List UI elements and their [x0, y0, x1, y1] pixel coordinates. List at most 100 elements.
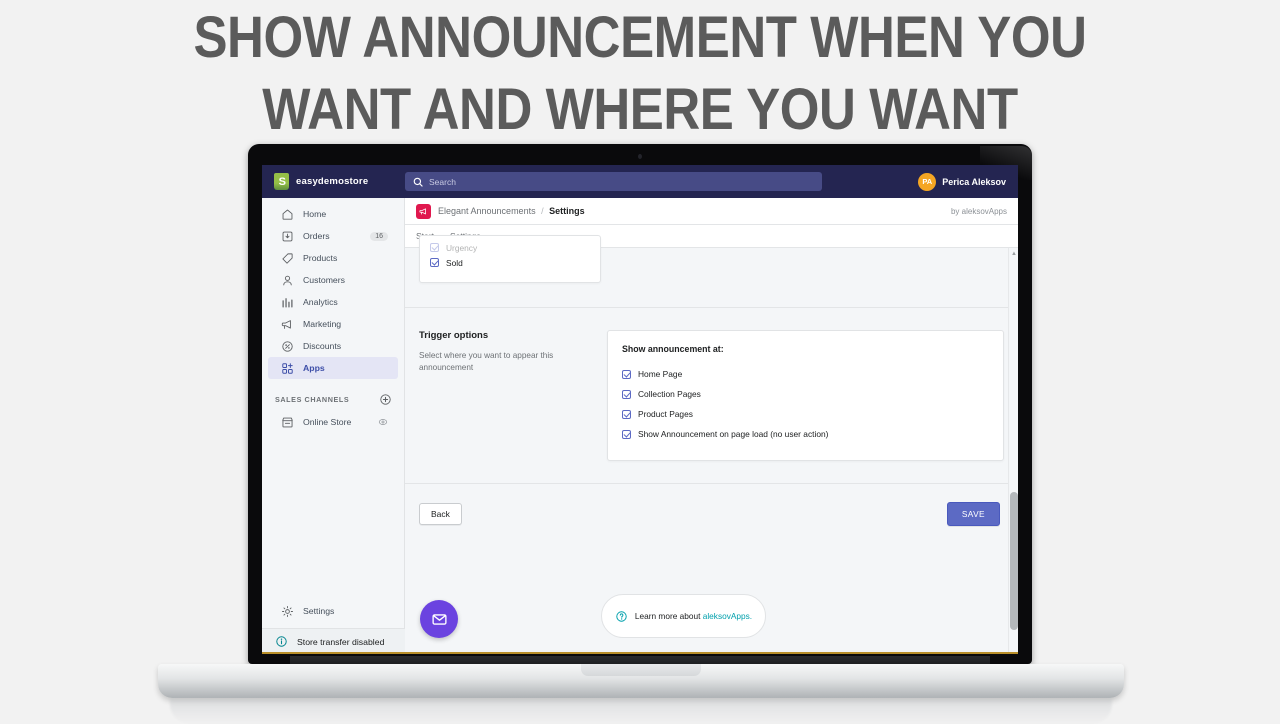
checkbox-label: Home Page	[638, 369, 683, 379]
store-transfer-label: Store transfer disabled	[297, 636, 385, 647]
sidebar-item-analytics[interactable]: Analytics	[268, 291, 398, 313]
learn-more-prefix: Learn more about	[634, 611, 703, 621]
sidebar-item-label: Apps	[303, 363, 325, 373]
checkbox-product-pages[interactable]	[622, 409, 631, 419]
brand-name: easydemostore	[296, 176, 369, 187]
sidebar-nav: Home Orders 16 Products Customers Analyt…	[262, 198, 404, 433]
products-tag-icon	[282, 252, 293, 264]
checkbox-label: Sold	[446, 257, 463, 268]
search-bar[interactable]	[405, 172, 822, 191]
apps-grid-icon	[282, 362, 293, 374]
sidebar-item-customers[interactable]: Customers	[268, 269, 398, 291]
laptop-lid: easydemostore PA Perica Aleksov	[248, 144, 1032, 664]
app-header: Elegant Announcements / Settings by alek…	[405, 198, 1018, 225]
orders-badge: 16	[370, 231, 388, 241]
checkbox-row-collection-pages[interactable]: Collection Pages	[622, 384, 989, 404]
user-name: Perica Aleksov	[942, 176, 1006, 187]
checkbox-label: Collection Pages	[638, 389, 701, 399]
sidebar-item-products[interactable]: Products	[268, 247, 398, 269]
sidebar-item-label: Customers	[303, 275, 345, 285]
sidebar-item-label: Discounts	[303, 341, 342, 351]
sidebar-item-label: Marketing	[303, 319, 342, 329]
main-content: Elegant Announcements / Settings by alek…	[405, 198, 1018, 654]
sidebar-item-settings[interactable]: Settings	[268, 600, 399, 622]
back-button[interactable]: Back	[419, 503, 462, 525]
screen: easydemostore PA Perica Aleksov	[262, 165, 1018, 654]
learn-more-link[interactable]: aleksovApps.	[703, 611, 752, 621]
sidebar-item-label: Analytics	[303, 297, 338, 307]
learn-more-pill[interactable]: Learn more about aleksovApps.	[601, 594, 766, 638]
headline-line-1: SHOW ANNOUNCEMENT WHEN YOU	[193, 5, 1087, 70]
megaphone-glyph	[419, 207, 426, 214]
chat-fab-button[interactable]	[420, 600, 458, 638]
laptop-mockup: easydemostore PA Perica Aleksov	[0, 144, 1280, 724]
checkbox-home-page[interactable]	[622, 369, 631, 379]
announcement-types-section: Urgency Sold	[405, 235, 1018, 308]
breadcrumb-root[interactable]: Elegant Announcements	[438, 206, 536, 216]
trigger-options-section: Trigger options Select where you want to…	[405, 308, 1018, 461]
checkbox-page-load[interactable]	[622, 429, 631, 439]
eye-icon[interactable]	[378, 417, 388, 427]
megaphone-icon	[416, 203, 431, 219]
discounts-percent-icon	[282, 340, 293, 352]
sidebar-item-marketing[interactable]: Marketing	[268, 313, 398, 335]
checkbox-sold[interactable]	[430, 258, 439, 267]
avatar: PA	[918, 172, 937, 191]
gear-icon	[282, 605, 293, 617]
checkbox-row-home-page[interactable]: Home Page	[622, 364, 989, 384]
app-byline: by aleksovApps	[950, 206, 1007, 216]
search-input[interactable]	[429, 176, 789, 187]
sidebar-item-online-store[interactable]: Online Store	[268, 411, 398, 433]
checkbox-collection-pages[interactable]	[622, 389, 631, 399]
headline: SHOW ANNOUNCEMENT WHEN YOU WANT AND WHER…	[0, 0, 1280, 148]
sidebar-item-home[interactable]: Home	[268, 203, 398, 225]
screen-bottom-edge	[262, 652, 1018, 654]
shopify-topbar: easydemostore PA Perica Aleksov	[262, 165, 1018, 198]
checkbox-label: Product Pages	[638, 409, 693, 419]
learn-more-text: Learn more about aleksovApps.	[635, 611, 752, 621]
envelope-icon	[431, 613, 447, 625]
laptop-reflection	[170, 698, 1112, 724]
sidebar-item-label: Orders	[303, 231, 330, 241]
sidebar-item-label: Home	[303, 209, 327, 219]
trigger-options-text: Trigger options Select where you want to…	[419, 330, 591, 461]
announcement-types-card: Urgency Sold	[419, 235, 601, 283]
checkbox-label: Show Announcement on page load (no user …	[638, 429, 829, 439]
webcam-icon	[638, 154, 642, 159]
sales-channels-heading: SALES CHANNELS	[262, 379, 404, 411]
breadcrumb-separator: /	[541, 206, 544, 216]
content-scrollbar[interactable]: ▲ ▼	[1008, 248, 1018, 654]
laptop-base	[158, 664, 1124, 698]
info-circle-icon	[276, 636, 287, 647]
sidebar-item-label: Products	[303, 253, 338, 263]
checkbox-row-product-pages[interactable]: Product Pages	[622, 404, 989, 424]
brand[interactable]: easydemostore	[262, 173, 405, 190]
settings-scroll-area: Urgency Sold Trigger options Select wher…	[405, 235, 1018, 654]
analytics-bars-icon	[282, 297, 293, 307]
checkbox-row-sold[interactable]: Sold	[430, 255, 590, 270]
trigger-options-title: Trigger options	[419, 330, 489, 341]
checkbox-row-page-load[interactable]: Show Announcement on page load (no user …	[622, 424, 989, 444]
search-icon	[413, 177, 423, 187]
breadcrumb: Elegant Announcements / Settings	[438, 206, 585, 216]
user-menu[interactable]: PA Perica Aleksov	[918, 172, 1018, 191]
show-announcement-title: Show announcement at:	[622, 344, 724, 354]
sidebar-item-discounts[interactable]: Discounts	[268, 335, 398, 357]
sidebar-footer: Settings Store transfer disabled	[262, 600, 405, 654]
scrollbar-thumb[interactable]	[1010, 492, 1018, 630]
scroll-up-arrow[interactable]: ▲	[1011, 251, 1017, 257]
plus-circle-icon[interactable]	[379, 393, 392, 406]
marketing-megaphone-icon	[281, 319, 291, 329]
show-announcement-card: Show announcement at: Home Page Collecti…	[607, 330, 1004, 461]
sidebar-item-apps[interactable]: Apps	[268, 357, 398, 379]
trigger-options-description: Select where you want to appear this ann…	[419, 351, 554, 372]
save-button[interactable]: SAVE	[946, 502, 1000, 526]
customers-icon	[283, 275, 292, 285]
laptop-base-notch	[581, 664, 701, 676]
checkbox-row-urgency[interactable]: Urgency	[430, 240, 590, 255]
sidebar-item-orders[interactable]: Orders 16	[268, 225, 398, 247]
headline-line-2: WANT AND WHERE YOU WANT	[262, 77, 1018, 142]
checkbox-urgency[interactable]	[430, 243, 439, 252]
store-transfer-status[interactable]: Store transfer disabled	[262, 628, 405, 654]
question-circle-icon	[616, 610, 627, 622]
